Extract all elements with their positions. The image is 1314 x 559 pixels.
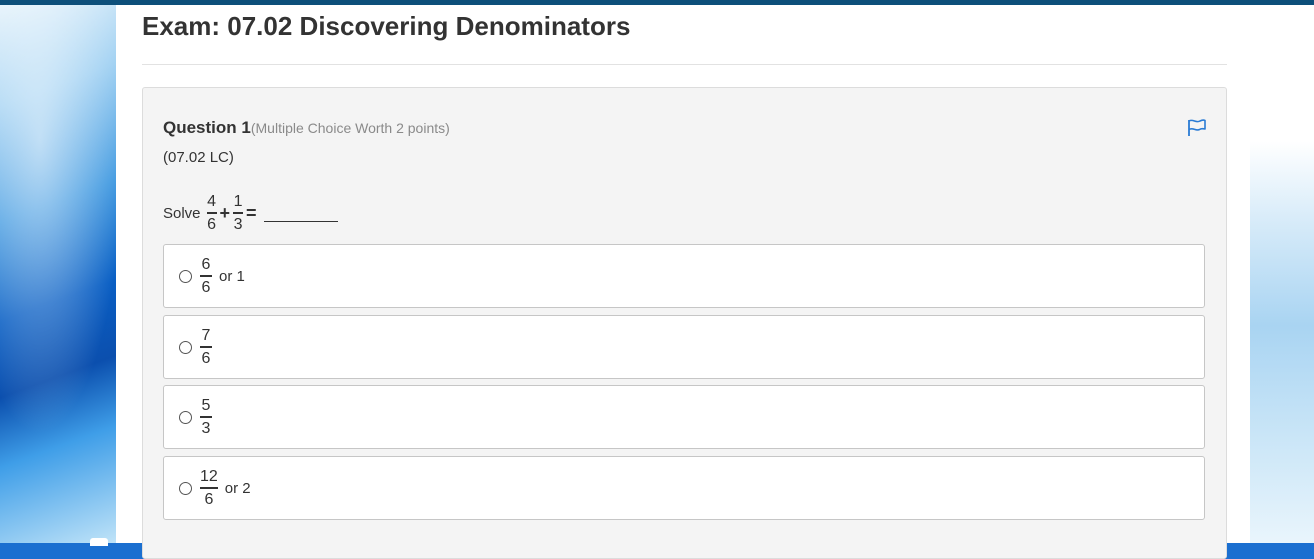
question-number: Question 1 — [163, 118, 251, 137]
choice-option-4[interactable]: 12 6 or 2 — [163, 456, 1205, 520]
choice-fraction: 6 6 — [200, 256, 212, 296]
exam-title: Exam: 07.02 Discovering Denominators — [142, 11, 631, 41]
choice-suffix: or 1 — [219, 267, 245, 285]
denominator: 6 — [204, 490, 214, 508]
question-meta: (Multiple Choice Worth 2 points) — [250, 120, 450, 136]
radio-button[interactable] — [179, 481, 192, 495]
question-panel: Question 1(Multiple Choice Worth 2 point… — [142, 87, 1227, 559]
flag-icon[interactable] — [1186, 117, 1208, 139]
numerator: 12 — [200, 468, 218, 486]
background-left-decoration — [0, 0, 116, 543]
choice-fraction: 12 6 — [200, 468, 218, 508]
fraction-bar — [233, 212, 244, 214]
answer-blank — [263, 220, 338, 222]
numerator: 5 — [201, 397, 211, 415]
choice-option-1[interactable]: 6 6 or 1 — [163, 244, 1205, 308]
question-header: Question 1(Multiple Choice Worth 2 point… — [163, 118, 450, 138]
choice-fraction: 5 3 — [200, 397, 212, 437]
choice-suffix: or 2 — [224, 479, 251, 497]
question-code: (07.02 LC) — [163, 149, 234, 166]
fraction-bar — [200, 346, 212, 348]
choice-fraction: 7 6 — [200, 327, 212, 367]
question-prompt: Solve 4 6 + 1 3 = — [163, 192, 338, 234]
numerator: 7 — [201, 327, 211, 345]
denominator: 6 — [201, 278, 211, 296]
background-right-decoration — [1250, 0, 1314, 543]
radio-button[interactable] — [179, 269, 192, 283]
prompt-word: Solve — [163, 204, 201, 222]
title-divider — [142, 64, 1227, 65]
fraction-bar — [200, 275, 212, 277]
denominator: 3 — [233, 215, 243, 233]
plus-operator: + — [219, 202, 231, 223]
numerator: 6 — [201, 256, 211, 274]
exam-page: Exam: 07.02 Discovering Denominators Que… — [116, 5, 1250, 559]
choice-option-3[interactable]: 5 3 — [163, 385, 1205, 449]
prompt-fraction-1: 4 6 — [206, 193, 217, 233]
denominator: 6 — [201, 349, 211, 367]
fraction-bar — [200, 416, 212, 418]
choice-option-2[interactable]: 7 6 — [163, 315, 1205, 379]
numerator: 4 — [207, 193, 216, 211]
fraction-bar — [206, 212, 217, 214]
denominator: 3 — [201, 419, 211, 437]
radio-button[interactable] — [179, 410, 192, 424]
equals-sign: = — [246, 202, 257, 223]
denominator: 6 — [207, 215, 216, 233]
corner-tab — [90, 538, 108, 546]
fraction-bar — [200, 487, 218, 489]
numerator: 1 — [233, 193, 243, 211]
prompt-fraction-2: 1 3 — [233, 193, 244, 233]
radio-button[interactable] — [179, 340, 192, 354]
